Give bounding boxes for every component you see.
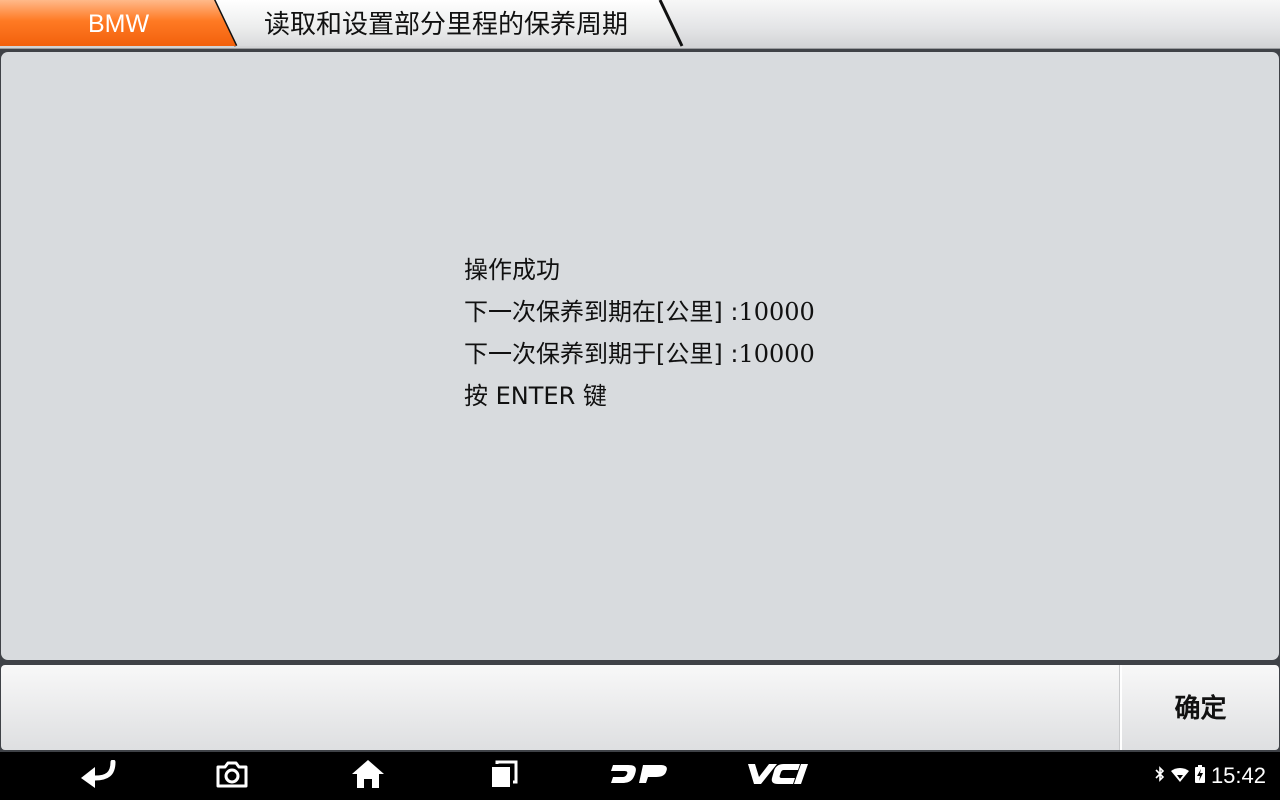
next-service-at-value: 10000 [738, 340, 815, 368]
vci-button[interactable] [740, 752, 812, 800]
next-service-at-label: 下一次保养到期于[公里] : [464, 340, 739, 368]
home-button[interactable] [344, 752, 392, 800]
title-bar: 读取和设置部分里程的保养周期 BMW [0, 0, 1280, 49]
home-icon [351, 759, 385, 793]
next-service-due-label: 下一次保养到期在[公里] : [464, 298, 739, 326]
navigation-bar: 15:42 [0, 752, 1280, 800]
confirm-button[interactable]: 确定 [1122, 665, 1279, 750]
brand-tab[interactable]: BMW [0, 0, 240, 48]
next-service-due-value: 10000 [738, 298, 815, 326]
status-message: 操作成功 [464, 256, 560, 284]
message-block: 操作成功 下一次保养到期在[公里] :10000 下一次保养到期于[公里] :1… [464, 251, 815, 419]
dp-button[interactable] [604, 752, 674, 800]
dp-icon [610, 762, 668, 790]
title-tab: 读取和设置部分里程的保养周期 [214, 0, 688, 48]
next-service-due-line: 下一次保养到期在[公里] :10000 [464, 293, 815, 335]
wifi-icon [1170, 767, 1189, 786]
page-title: 读取和设置部分里程的保养周期 [264, 10, 629, 40]
action-bar: 确定 [1, 665, 1279, 750]
instruction-text: 按 ENTER 键 [464, 382, 607, 410]
back-icon [79, 759, 117, 792]
back-button[interactable] [72, 752, 124, 800]
vci-icon [744, 762, 808, 790]
clock: 15:42 [1210, 763, 1266, 788]
screenshot-icon [215, 760, 249, 792]
status-area: 15:42 [1155, 752, 1266, 800]
battery-icon [1194, 765, 1205, 787]
screen: 读取和设置部分里程的保养周期 BMW 操作成功 下一次保养到期在[公里] :10… [0, 0, 1280, 800]
screenshot-button[interactable] [208, 752, 256, 800]
recent-apps-icon [489, 759, 519, 793]
next-service-at-line: 下一次保养到期于[公里] :10000 [464, 335, 815, 377]
bluetooth-icon [1155, 766, 1165, 786]
recent-apps-button[interactable] [480, 752, 528, 800]
brand-label: BMW [88, 10, 150, 38]
